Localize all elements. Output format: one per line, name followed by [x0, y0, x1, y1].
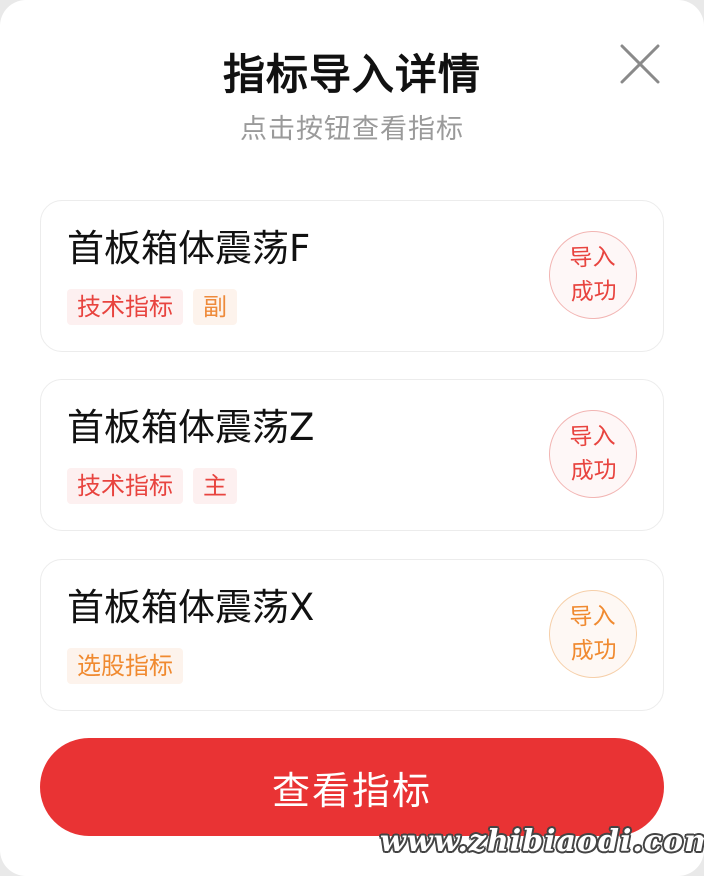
indicator-name: 首板箱体震荡X	[67, 586, 315, 629]
indicator-card[interactable]: 首板箱体震荡X 选股指标 导入 成功	[40, 559, 664, 711]
status-stamp-line2: 成功	[570, 457, 618, 485]
tag-chart-position: 副	[193, 289, 237, 325]
indicator-tags: 技术指标 副	[67, 289, 237, 325]
status-stamp-line1: 导入	[568, 244, 616, 272]
indicator-card[interactable]: 首板箱体震荡Z 技术指标 主 导入 成功	[40, 379, 664, 531]
dialog-subtitle: 点击按钮查看指标	[240, 114, 464, 145]
status-stamp-success: 导入 成功	[547, 229, 639, 321]
indicator-card[interactable]: 首板箱体震荡F 技术指标 副 导入 成功	[40, 200, 664, 352]
indicator-tags: 技术指标 主	[67, 468, 237, 504]
watermark: www.zhibiaodi.com	[380, 824, 704, 859]
status-stamp-success: 导入 成功	[547, 588, 639, 680]
close-icon	[620, 44, 660, 84]
import-details-dialog: 指标导入详情 点击按钮查看指标 首板箱体震荡F 技术指标 副 导入 成功 首板箱…	[0, 0, 704, 876]
indicator-name: 首板箱体震荡F	[67, 227, 311, 270]
status-stamp-success: 导入 成功	[547, 408, 639, 500]
status-stamp-line2: 成功	[570, 278, 618, 306]
status-stamp-line1: 导入	[568, 423, 616, 451]
indicator-name: 首板箱体震荡Z	[67, 406, 315, 449]
tag-chart-position: 主	[193, 468, 237, 504]
status-stamp-line1: 导入	[568, 603, 616, 631]
tag-type: 技术指标	[67, 468, 183, 504]
view-indicators-button[interactable]: 查看指标	[40, 738, 664, 836]
dialog-title: 指标导入详情	[222, 50, 481, 99]
status-stamp-line2: 成功	[570, 637, 618, 665]
indicator-tags: 选股指标	[67, 648, 183, 684]
tag-type: 技术指标	[67, 289, 183, 325]
tag-type: 选股指标	[67, 648, 183, 684]
close-button[interactable]	[616, 40, 664, 88]
